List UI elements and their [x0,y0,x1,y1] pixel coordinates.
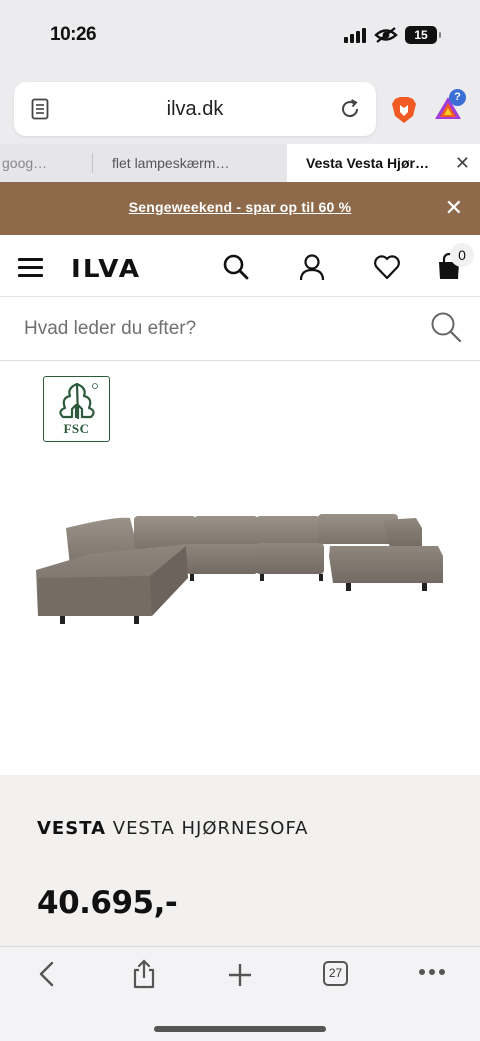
product-price: 40.695,- [37,885,178,921]
tab-count-button[interactable]: 27 [323,961,348,986]
site-search [0,297,480,361]
more-menu-icon[interactable] [419,969,445,975]
rewards-badge: ? [449,89,466,106]
wishlist-heart-icon[interactable] [373,254,401,280]
search-icon[interactable] [430,311,462,343]
promo-banner: Sengeweekend - spar op til 60 % ✕ [0,182,480,235]
reload-icon[interactable] [338,97,362,121]
url-text: ilva.dk [166,98,224,120]
share-icon[interactable] [131,959,157,989]
fsc-label: FSC [63,421,90,436]
promo-close-icon[interactable]: ✕ [445,195,463,221]
tab-google[interactable]: goog… [0,144,88,182]
cart-count-badge: 0 [450,243,474,267]
product-gallery[interactable]: FSC [0,361,480,775]
new-tab-plus-icon[interactable] [227,962,253,988]
search-input[interactable] [24,315,414,343]
tab-vesta-label: Vesta Vesta Hjør… [306,155,429,171]
ilva-logo[interactable]: ILVA [71,254,141,283]
tab-lampeskaerm[interactable]: flet lampeskærm… [92,144,282,182]
close-tab-icon[interactable]: ✕ [455,144,470,182]
vpn-eye-icon [374,27,398,43]
product-name: VESTA VESTA HJØRNESOFA [37,818,308,839]
brave-shields-icon[interactable] [391,96,417,124]
fsc-tree-logo-icon [59,382,98,420]
tab-strip: goog… flet lampeskærm… Vesta Vesta Hjør…… [0,144,480,182]
tab-vesta-active[interactable]: Vesta Vesta Hjør… ✕ [287,144,480,182]
header-search-icon[interactable] [222,253,250,281]
fsc-badge: FSC [43,376,110,442]
sofa-product-image [36,514,443,624]
back-icon[interactable] [36,961,58,987]
battery-icon: 15 [405,26,441,44]
account-icon[interactable] [298,253,326,281]
address-bar[interactable]: ilva.dk [14,82,376,136]
product-info: VESTA VESTA HJØRNESOFA 40.695,- [0,775,480,946]
product-model: VESTA HJØRNESOFA [112,818,309,839]
browser-bottom-bar: 27 [0,946,480,1041]
site-header: ILVA 0 [0,235,480,297]
menu-icon[interactable] [18,258,43,282]
status-bar: 10:26 15 [0,0,480,72]
home-indicator [154,1026,326,1032]
promo-link[interactable]: Sengeweekend - spar op til 60 % [0,199,480,215]
cellular-signal-icon [344,28,366,43]
status-time: 10:26 [50,24,97,45]
product-brand: VESTA [37,818,107,839]
